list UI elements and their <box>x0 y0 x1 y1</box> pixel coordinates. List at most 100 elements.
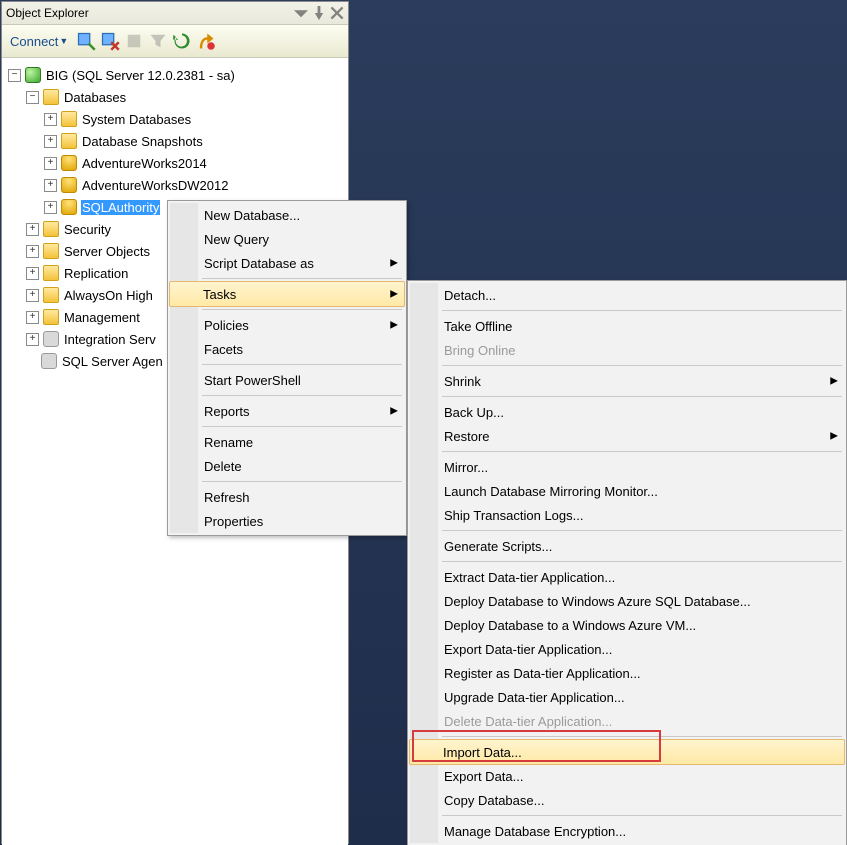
menu-deploy-azure-vm[interactable]: Deploy Database to a Windows Azure VM... <box>410 613 844 637</box>
menu-deploy-azure-sql[interactable]: Deploy Database to Windows Azure SQL Dat… <box>410 589 844 613</box>
agent-icon <box>41 353 57 369</box>
collapse-icon[interactable]: − <box>26 91 39 104</box>
menu-manage-encryption[interactable]: Manage Database Encryption... <box>410 819 844 843</box>
menu-separator <box>442 310 842 311</box>
disconnect-db-icon[interactable] <box>100 31 120 51</box>
expand-icon[interactable]: + <box>44 135 57 148</box>
stop-icon[interactable] <box>124 31 144 51</box>
menu-policies[interactable]: Policies▶ <box>170 313 404 337</box>
panel-toolbar: Connect▼ <box>2 25 348 58</box>
tree-snapshots-node[interactable]: + Database Snapshots <box>8 130 344 152</box>
menu-separator <box>202 481 402 482</box>
menu-mirror[interactable]: Mirror... <box>410 455 844 479</box>
server-icon <box>25 67 41 83</box>
database-icon <box>61 177 77 193</box>
folder-icon <box>43 309 59 325</box>
menu-restore[interactable]: Restore▶ <box>410 424 844 448</box>
menu-separator <box>442 396 842 397</box>
connect-db-icon[interactable] <box>76 31 96 51</box>
menu-separator <box>202 364 402 365</box>
submenu-arrow-icon: ▶ <box>830 376 838 387</box>
menu-new-database[interactable]: New Database... <box>170 203 404 227</box>
menu-separator <box>202 426 402 427</box>
menu-take-offline[interactable]: Take Offline <box>410 314 844 338</box>
folder-icon <box>61 111 77 127</box>
submenu-arrow-icon: ▶ <box>390 406 398 417</box>
menu-upgrade-data-tier[interactable]: Upgrade Data-tier Application... <box>410 685 844 709</box>
refresh-icon[interactable] <box>172 31 192 51</box>
menu-extract-data-tier[interactable]: Extract Data-tier Application... <box>410 565 844 589</box>
expand-icon[interactable]: + <box>44 157 57 170</box>
expand-icon[interactable]: + <box>26 333 39 346</box>
menu-separator <box>442 365 842 366</box>
tree-db-adventureworks2014[interactable]: + AdventureWorks2014 <box>8 152 344 174</box>
stop-action-icon[interactable] <box>196 31 216 51</box>
menu-separator <box>442 530 842 531</box>
close-icon[interactable] <box>330 6 344 20</box>
tree-server-node[interactable]: − BIG (SQL Server 12.0.2381 - sa) <box>8 64 344 86</box>
folder-icon <box>43 287 59 303</box>
pin-icon[interactable] <box>312 6 326 20</box>
expand-icon[interactable]: + <box>44 201 57 214</box>
submenu-arrow-icon: ▶ <box>390 320 398 331</box>
menu-detach[interactable]: Detach... <box>410 283 844 307</box>
menu-register-data-tier[interactable]: Register as Data-tier Application... <box>410 661 844 685</box>
menu-script-database[interactable]: Script Database as▶ <box>170 251 404 275</box>
submenu-arrow-icon: ▶ <box>390 258 398 269</box>
folder-icon <box>43 221 59 237</box>
menu-copy-database[interactable]: Copy Database... <box>410 788 844 812</box>
menu-delete-data-tier: Delete Data-tier Application... <box>410 709 844 733</box>
submenu-arrow-icon: ▶ <box>830 431 838 442</box>
connect-button[interactable]: Connect▼ <box>6 29 72 53</box>
database-context-menu: New Database... New Query Script Databas… <box>167 200 407 536</box>
folder-icon <box>61 133 77 149</box>
menu-start-powershell[interactable]: Start PowerShell <box>170 368 404 392</box>
menu-facets[interactable]: Facets <box>170 337 404 361</box>
menu-refresh[interactable]: Refresh <box>170 485 404 509</box>
menu-tasks[interactable]: Tasks▶ <box>169 281 405 307</box>
menu-separator <box>442 736 842 737</box>
expand-icon[interactable]: + <box>44 113 57 126</box>
tree-system-db-node[interactable]: + System Databases <box>8 108 344 130</box>
expand-icon[interactable]: + <box>26 267 39 280</box>
folder-icon <box>43 265 59 281</box>
folder-icon <box>43 89 59 105</box>
tree-selected-label: SQLAuthority <box>81 200 160 215</box>
menu-launch-mirroring-monitor[interactable]: Launch Database Mirroring Monitor... <box>410 479 844 503</box>
collapse-icon[interactable]: − <box>8 69 21 82</box>
expand-icon[interactable]: + <box>44 179 57 192</box>
menu-export-data-tier[interactable]: Export Data-tier Application... <box>410 637 844 661</box>
submenu-arrow-icon: ▶ <box>390 289 398 300</box>
menu-generate-scripts[interactable]: Generate Scripts... <box>410 534 844 558</box>
menu-separator <box>202 395 402 396</box>
expand-icon[interactable]: + <box>26 289 39 302</box>
folder-icon <box>43 243 59 259</box>
tasks-submenu: Detach... Take Offline Bring Online Shri… <box>407 280 847 845</box>
expand-icon[interactable]: + <box>26 223 39 236</box>
tree-db-adventureworksdw2012[interactable]: + AdventureWorksDW2012 <box>8 174 344 196</box>
database-icon <box>61 155 77 171</box>
menu-rename[interactable]: Rename <box>170 430 404 454</box>
panel-titlebar: Object Explorer <box>2 2 348 25</box>
menu-separator <box>202 278 402 279</box>
menu-separator <box>202 309 402 310</box>
menu-ship-transaction-logs[interactable]: Ship Transaction Logs... <box>410 503 844 527</box>
tree-databases-node[interactable]: − Databases <box>8 86 344 108</box>
menu-properties[interactable]: Properties <box>170 509 404 533</box>
menu-reports[interactable]: Reports▶ <box>170 399 404 423</box>
menu-new-query[interactable]: New Query <box>170 227 404 251</box>
panel-title-text: Object Explorer <box>6 6 89 20</box>
menu-import-data[interactable]: Import Data... <box>409 739 845 765</box>
database-icon <box>61 199 77 215</box>
menu-separator <box>442 815 842 816</box>
filter-icon[interactable] <box>148 31 168 51</box>
integration-icon <box>43 331 59 347</box>
menu-delete[interactable]: Delete <box>170 454 404 478</box>
menu-shrink[interactable]: Shrink▶ <box>410 369 844 393</box>
menu-back-up[interactable]: Back Up... <box>410 400 844 424</box>
expand-icon[interactable]: + <box>26 245 39 258</box>
menu-separator <box>442 561 842 562</box>
expand-icon[interactable]: + <box>26 311 39 324</box>
dropdown-position-icon[interactable] <box>294 6 308 20</box>
menu-export-data[interactable]: Export Data... <box>410 764 844 788</box>
